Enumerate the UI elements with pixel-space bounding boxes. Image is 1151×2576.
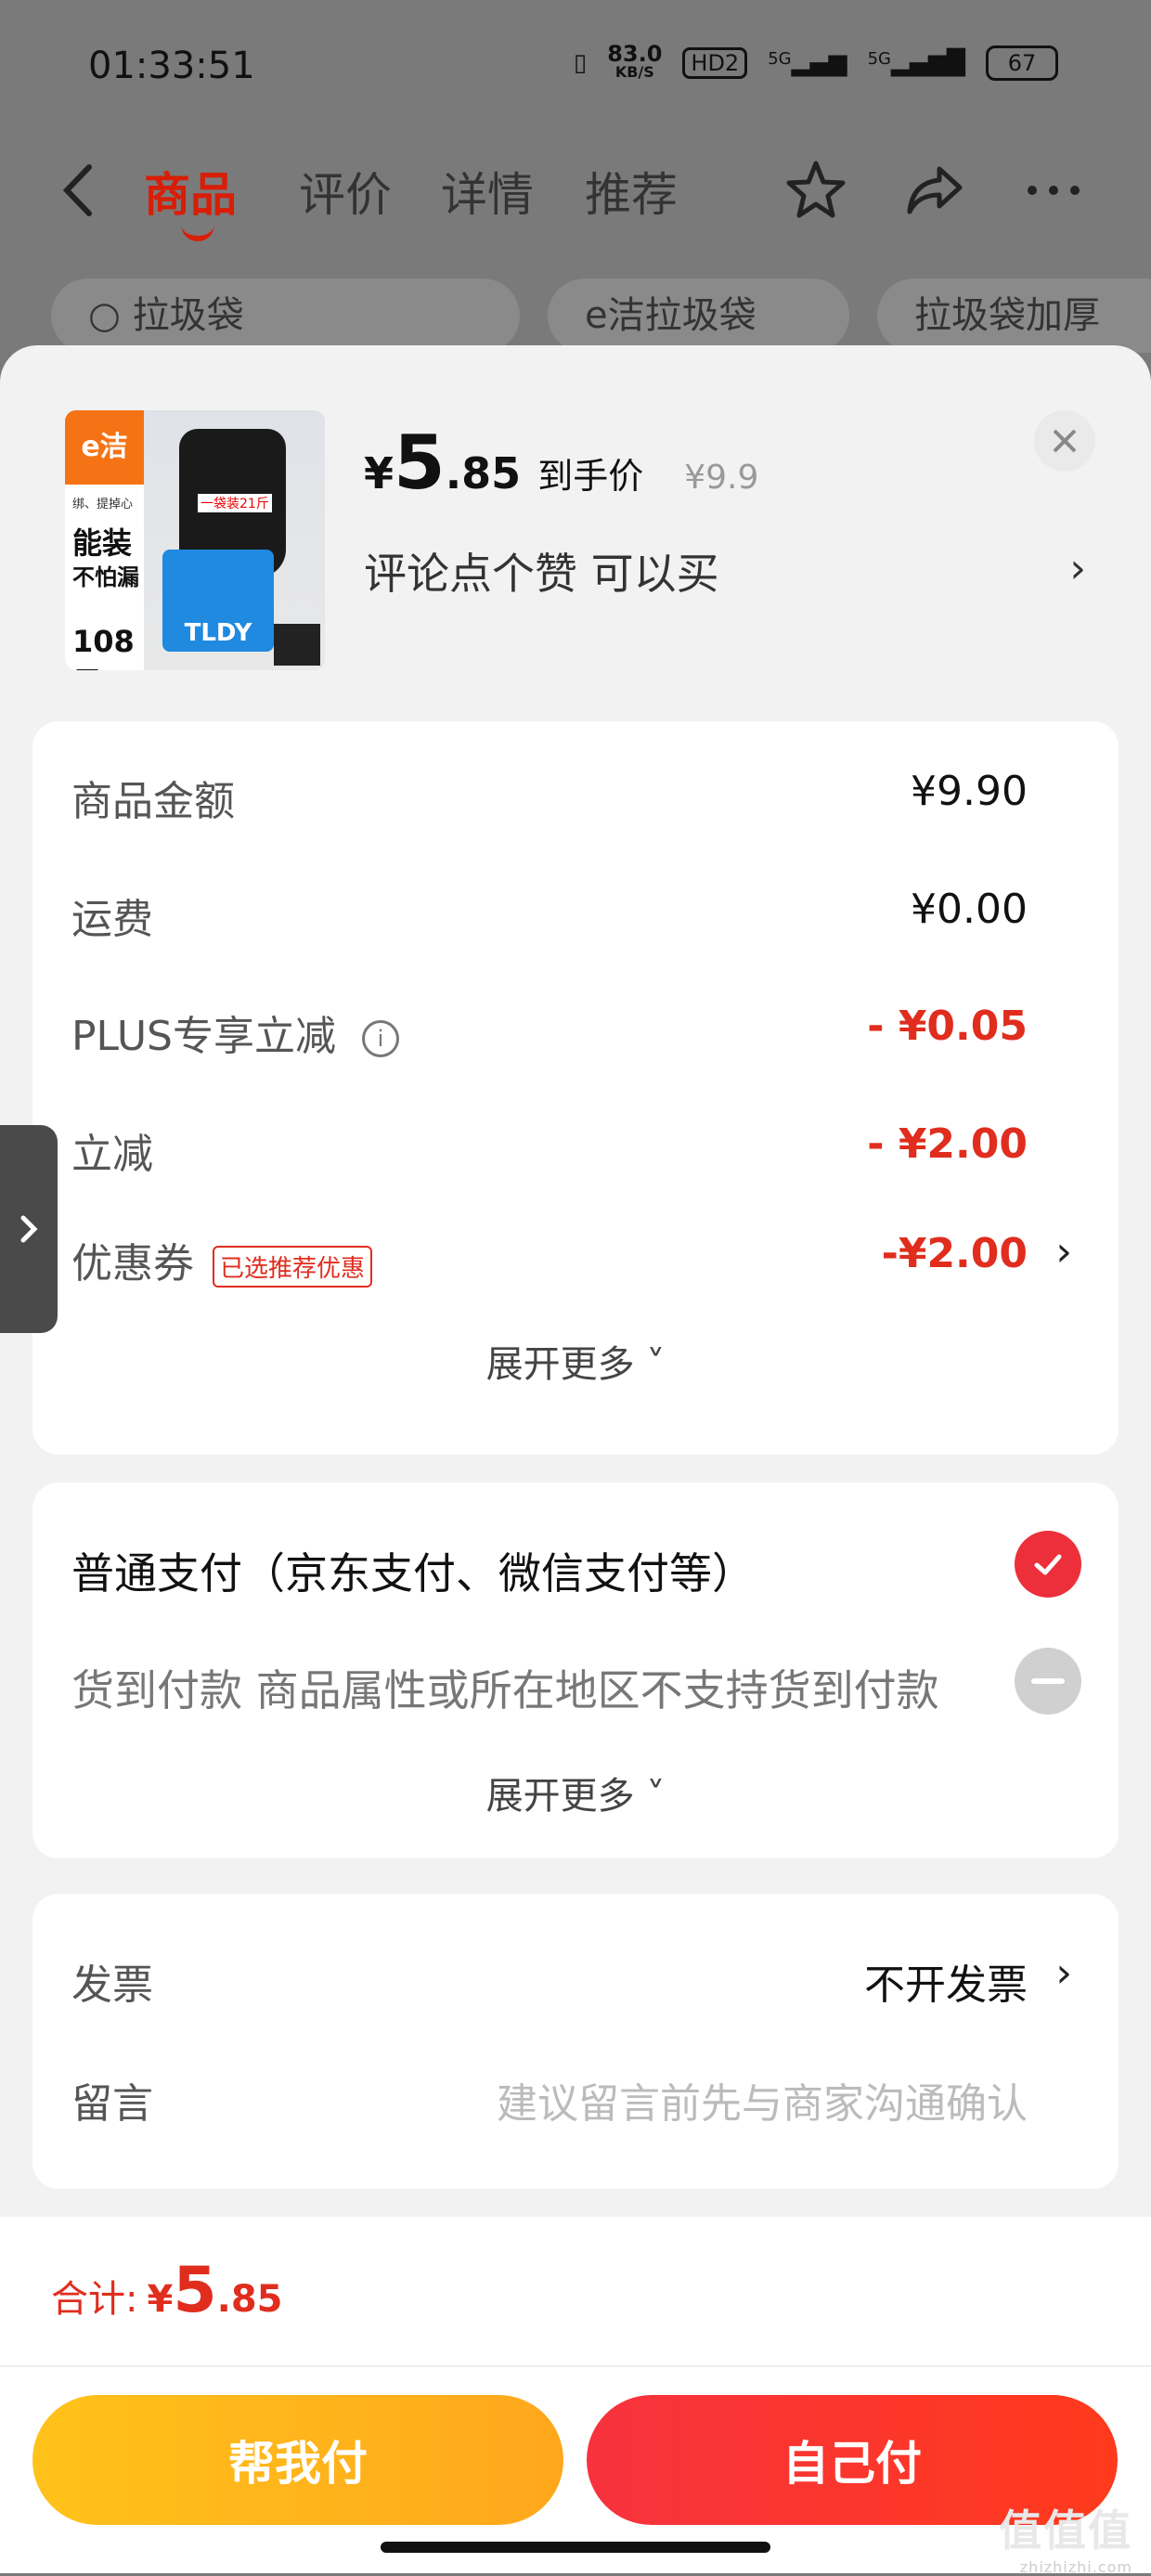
price-row: ¥ 5 .85 到手价 ¥9.9: [364, 420, 759, 506]
chevron-right-icon: [20, 1215, 38, 1243]
thumb-line3: 不怕漏: [72, 564, 139, 590]
thumb-dark-block: [274, 624, 320, 666]
checkout-footer: 合计: ¥ 5 .85 帮我付 自己付: [0, 2217, 1151, 2573]
expand-more-payment[interactable]: 展开更多 ˅: [32, 1766, 1119, 1819]
search-chips: ○ 拉圾袋 e洁拉圾袋 拉圾袋加厚: [51, 278, 1151, 353]
status-bar: 01:33:51 ▯ 83.0 KB/S HD2 5G▂▄▆ 5G▂▄▆█ 67: [0, 0, 1151, 139]
payment-cod-row: 货到付款 商品属性或所在地区不支持货到付款: [71, 1648, 1081, 1722]
instant-discount-row: 立减 - ¥2.00: [71, 1111, 1028, 1185]
checkmark-selected-icon[interactable]: [1015, 1531, 1081, 1598]
more-icon[interactable]: [1021, 158, 1086, 223]
favorite-star-icon[interactable]: [783, 158, 848, 223]
shipping-row: 运费 ¥0.00: [71, 876, 1028, 951]
coupon-value: -¥2.00: [881, 1230, 1028, 1277]
clock: 01:33:51: [88, 45, 255, 87]
plus-discount-value: - ¥0.05: [867, 1003, 1028, 1050]
coupon-label: 优惠券 已选推荐优惠: [71, 1230, 373, 1289]
top-nav: 商品 评价 详情 推荐: [0, 139, 1151, 241]
tab-product[interactable]: 商品: [144, 158, 237, 241]
invoice-value: 不开发票: [864, 1961, 1028, 2009]
original-price: ¥9.9: [684, 459, 759, 497]
comment-summary[interactable]: 评论点个赞 可以买: [364, 540, 719, 602]
coupon-tag: 已选推荐优惠: [213, 1245, 373, 1288]
payment-normal-label: 普通支付（京东支付、微信支付等）: [71, 1548, 755, 1599]
chevron-right-icon[interactable]: ›: [1069, 545, 1086, 592]
chip-search-2[interactable]: e洁拉圾袋: [548, 278, 849, 353]
total-price: 合计: ¥ 5 .85: [51, 2254, 283, 2327]
help-pay-button[interactable]: 帮我付: [32, 2395, 563, 2525]
divider: [0, 2365, 1151, 2367]
invoice-row[interactable]: 发票 不开发票 ›: [71, 1942, 1072, 2016]
payment-cod-label: 货到付款 商品属性或所在地区不支持货到付款: [71, 1665, 939, 1715]
status-icons: ▯ 83.0 KB/S HD2 5G▂▄▆ 5G▂▄▆█ 67: [573, 41, 1058, 82]
thumb-line1: 绑、提掉心: [72, 498, 134, 511]
tab-details[interactable]: 详情: [441, 158, 534, 225]
battery-icon: 67: [986, 45, 1058, 81]
thumb-line2: 能装: [72, 525, 133, 561]
plus-discount-row: PLUS专享立减 i - ¥0.05: [71, 993, 1028, 1068]
network-speed: 83.0 KB/S: [607, 41, 663, 81]
thumb-scene: 一袋装21斤 TLDY: [144, 410, 325, 670]
invoice-label: 发票: [71, 1961, 153, 2009]
chevron-down-icon: ˅: [634, 1775, 666, 1818]
invoice-message-card: 发票 不开发票 › 留言 建议留言前先与商家沟通确认: [32, 1894, 1119, 2189]
thumb-count: 108只: [72, 624, 135, 670]
search-icon: ○: [88, 294, 133, 337]
payment-method-card: 普通支付（京东支付、微信支付等） 货到付款 商品属性或所在地区不支持货到付款 展…: [32, 1482, 1119, 1858]
chevron-right-icon[interactable]: ›: [1055, 1228, 1072, 1275]
close-button[interactable]: [1034, 410, 1095, 472]
payment-normal-row[interactable]: 普通支付（京东支付、微信支付等）: [71, 1531, 1081, 1605]
disabled-option-icon: [1015, 1648, 1081, 1715]
message-label: 留言: [71, 2080, 153, 2128]
share-icon[interactable]: [902, 158, 967, 223]
tab-recommend[interactable]: 推荐: [585, 158, 678, 225]
product-header: e洁 绑、提掉心 能装 不怕漏 108只 一袋装21斤 TLDY ¥ 5 .85…: [0, 345, 1151, 707]
close-icon: [1053, 429, 1077, 453]
side-drawer-handle[interactable]: [0, 1125, 58, 1333]
tab-reviews[interactable]: 评价: [299, 158, 392, 225]
plus-discount-label: PLUS专享立减 i: [71, 1003, 399, 1062]
brand-logo: e洁: [65, 410, 144, 485]
goods-amount-row: 商品金额 ¥9.90: [71, 758, 1028, 833]
instant-discount-value: - ¥2.00: [867, 1120, 1028, 1168]
instant-discount-label: 立减: [71, 1131, 153, 1178]
home-indicator[interactable]: [381, 2542, 770, 2553]
back-arrow-icon[interactable]: [56, 158, 102, 223]
chip-search-3[interactable]: 拉圾袋加厚: [877, 278, 1151, 353]
signal-icon-1: 5G▂▄▆: [768, 49, 847, 77]
watermark: 值值值 zhizhizhi.com: [999, 2505, 1132, 2576]
vibrate-icon: ▯: [573, 49, 588, 77]
cost-breakdown-card: 商品金额 ¥9.90 运费 ¥0.00 PLUS专享立减 i - ¥0.05 立减…: [32, 721, 1119, 1455]
message-row: 留言 建议留言前先与商家沟通确认: [71, 2061, 1028, 2135]
message-input[interactable]: 建议留言前先与商家沟通确认: [497, 2070, 1028, 2129]
chevron-right-icon[interactable]: ›: [1055, 1949, 1072, 1997]
signal-icon-2: 5G▂▄▆█: [867, 49, 965, 77]
checkout-sheet: e洁 绑、提掉心 能装 不怕漏 108只 一袋装21斤 TLDY ¥ 5 .85…: [0, 345, 1151, 2573]
expand-more-costs[interactable]: 展开更多 ˅: [32, 1334, 1119, 1388]
goods-amount-label: 商品金额: [71, 778, 235, 825]
product-thumbnail: e洁 绑、提掉心 能装 不怕漏 108只 一袋装21斤 TLDY: [65, 410, 325, 670]
chip-search-1[interactable]: ○ 拉圾袋: [51, 278, 520, 353]
hd-icon: HD2: [682, 47, 748, 79]
shipping-value: ¥0.00: [911, 886, 1028, 933]
goods-amount-value: ¥9.90: [911, 768, 1028, 815]
box-image: TLDY: [162, 550, 274, 652]
thumb-text-panel: 绑、提掉心 能装 不怕漏 108只: [65, 485, 144, 670]
info-icon[interactable]: i: [362, 1020, 399, 1057]
shipping-label: 运费: [71, 896, 153, 943]
chevron-down-icon: ˅: [634, 1343, 666, 1386]
coupon-row[interactable]: 优惠券 已选推荐优惠 -¥2.00 ›: [71, 1221, 1072, 1295]
